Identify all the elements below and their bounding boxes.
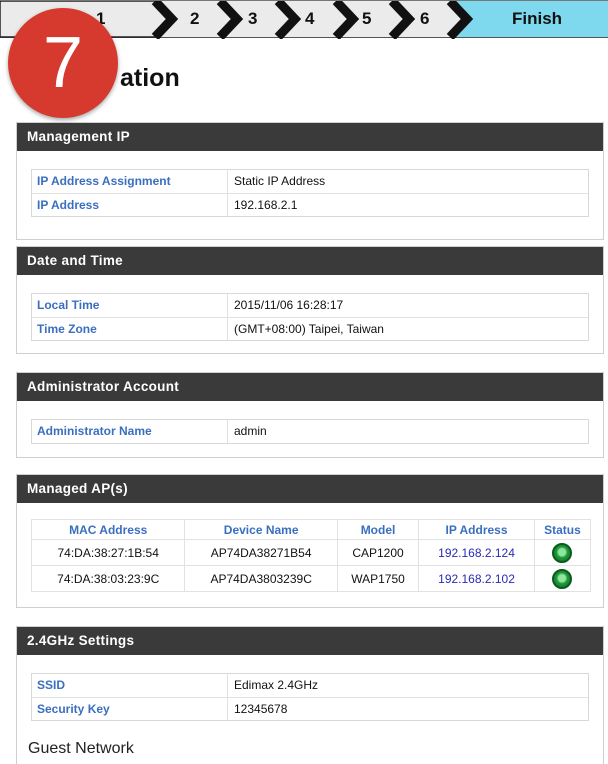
local-time-label: Local Time — [32, 294, 228, 317]
date-time-section: Date and Time Local Time 2015/11/06 16:2… — [16, 246, 604, 354]
status-online-icon — [552, 568, 573, 589]
time-zone-value: (GMT+08:00) Taipei, Taiwan — [234, 322, 384, 336]
section-header-24ghz: 2.4GHz Settings — [17, 627, 603, 655]
admin-account-section: Administrator Account Administrator Name… — [16, 372, 604, 458]
col-device-name: Device Name — [184, 519, 338, 540]
ssid-value: Edimax 2.4GHz — [234, 678, 319, 692]
table-row: Local Time 2015/11/06 16:28:17 — [32, 294, 588, 317]
step-number-badge: 7 — [8, 8, 118, 118]
ap-device-name: AP74DA3803239C — [184, 565, 338, 592]
time-zone-label: Time Zone — [32, 318, 228, 340]
ap-model: CAP1200 — [336, 539, 420, 566]
ap-ip-link[interactable]: 192.168.2.102 — [418, 565, 535, 592]
col-model: Model — [336, 519, 420, 540]
table-row: Administrator Name admin — [32, 420, 588, 443]
managed-aps-section: Managed AP(s) MAC Address Device Name Mo… — [16, 474, 604, 608]
col-mac-address: MAC Address — [30, 519, 186, 540]
wifi-24ghz-table: SSID Edimax 2.4GHz Security Key 12345678 — [31, 673, 589, 721]
ap-status-cell — [533, 539, 592, 566]
step-5[interactable]: 5 — [362, 9, 371, 29]
guest-network-heading: Guest Network — [28, 740, 134, 757]
ap-model: WAP1750 — [336, 565, 420, 592]
col-status: Status — [533, 519, 592, 540]
col-ip-address: IP Address — [418, 519, 535, 540]
table-row: Security Key 12345678 — [32, 697, 588, 720]
admin-account-table: Administrator Name admin — [31, 419, 589, 444]
admin-name-value: admin — [234, 424, 267, 438]
section-header-admin-account: Administrator Account — [17, 373, 603, 401]
section-header-date-time: Date and Time — [17, 247, 603, 275]
table-row: Time Zone (GMT+08:00) Taipei, Taiwan — [32, 317, 588, 340]
ap-status-cell — [533, 565, 592, 592]
step-finish[interactable]: Finish — [512, 9, 562, 29]
table-row: SSID Edimax 2.4GHz — [32, 674, 588, 697]
step-4[interactable]: 4 — [305, 9, 314, 29]
admin-name-label: Administrator Name — [32, 420, 228, 443]
ap-mac: 74:DA:38:03:23:9C — [30, 565, 186, 592]
ssid-label: SSID — [32, 674, 228, 697]
step-3[interactable]: 3 — [248, 9, 257, 29]
managed-aps-table: MAC Address Device Name Model IP Address… — [30, 519, 592, 592]
section-header-management-ip: Management IP — [17, 123, 603, 151]
table-row: 74:DA:38:03:23:9C AP74DA3803239C WAP1750… — [30, 565, 592, 592]
step-2[interactable]: 2 — [190, 9, 199, 29]
step-6[interactable]: 6 — [420, 9, 429, 29]
ip-assignment-label: IP Address Assignment — [32, 170, 228, 193]
management-ip-section: Management IP IP Address Assignment Stat… — [16, 122, 604, 240]
section-header-managed-aps: Managed AP(s) — [17, 475, 603, 503]
page-title: ation — [120, 64, 180, 92]
security-key-label: Security Key — [32, 698, 228, 720]
security-key-value: 12345678 — [234, 702, 288, 716]
ip-assignment-value: Static IP Address — [234, 174, 326, 188]
ip-address-value: 192.168.2.1 — [234, 198, 298, 212]
management-ip-table: IP Address Assignment Static IP Address … — [31, 169, 589, 217]
ap-mac: 74:DA:38:27:1B:54 — [30, 539, 186, 566]
ip-address-label: IP Address — [32, 194, 228, 216]
step-number-badge-text: 7 — [42, 23, 84, 103]
table-header-row: MAC Address Device Name Model IP Address… — [30, 519, 592, 540]
table-row: IP Address 192.168.2.1 — [32, 193, 588, 216]
ap-device-name: AP74DA38271B54 — [184, 539, 338, 566]
date-time-table: Local Time 2015/11/06 16:28:17 Time Zone… — [31, 293, 589, 341]
ap-ip-link[interactable]: 192.168.2.124 — [418, 539, 535, 566]
table-row: IP Address Assignment Static IP Address — [32, 170, 588, 193]
table-row: 74:DA:38:27:1B:54 AP74DA38271B54 CAP1200… — [30, 539, 592, 566]
status-online-icon — [552, 542, 573, 563]
local-time-value: 2015/11/06 16:28:17 — [234, 298, 344, 312]
